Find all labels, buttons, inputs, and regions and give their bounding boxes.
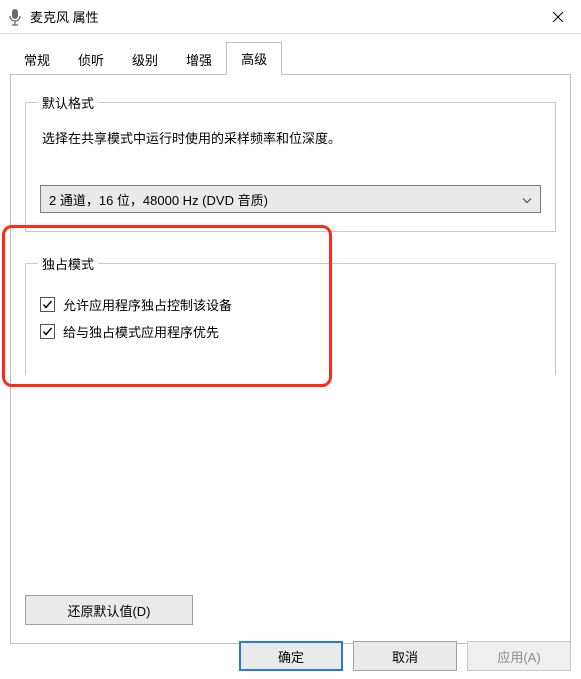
ok-button[interactable]: 确定 (239, 641, 343, 671)
dialog-footer: 确定 取消 应用(A) (239, 641, 571, 671)
restore-defaults-button[interactable]: 还原默认值(D) (25, 595, 193, 625)
legend-default-format: 默认格式 (38, 93, 98, 112)
checkbox-label-exclusive-priority: 给与独占模式应用程序优先 (63, 322, 219, 341)
checkmark-icon (42, 299, 53, 310)
sample-rate-select[interactable]: 2 通道，16 位，48000 Hz (DVD 音质) (40, 185, 541, 213)
sample-rate-select-wrap: 2 通道，16 位，48000 Hz (DVD 音质) (40, 185, 541, 213)
close-button[interactable] (535, 0, 581, 34)
tabs: 常规 侦听 级别 增强 高级 (10, 42, 571, 75)
tab-listen[interactable]: 侦听 (64, 44, 118, 75)
microphone-icon (8, 8, 22, 26)
sample-rate-value: 2 通道，16 位，48000 Hz (DVD 音质) (49, 190, 268, 209)
close-icon (552, 11, 564, 23)
checkbox-allow-exclusive[interactable]: 允许应用程序独占控制该设备 (40, 295, 541, 314)
window-title: 麦克风 属性 (30, 7, 99, 26)
checkbox-box-allow-exclusive (40, 297, 55, 312)
tab-content-advanced: 默认格式 选择在共享模式中运行时使用的采样频率和位深度。 2 通道，16 位，4… (10, 74, 571, 644)
default-format-desc: 选择在共享模式中运行时使用的采样频率和位深度。 (42, 128, 541, 147)
group-exclusive-mode: 独占模式 允许应用程序独占控制该设备 给与独占模式应用程序优先 (25, 254, 556, 375)
checkbox-label-allow-exclusive: 允许应用程序独占控制该设备 (63, 295, 232, 314)
tab-advanced[interactable]: 高级 (226, 42, 282, 75)
group-default-format: 默认格式 选择在共享模式中运行时使用的采样频率和位深度。 2 通道，16 位，4… (25, 93, 556, 232)
apply-button[interactable]: 应用(A) (467, 641, 571, 671)
checkmark-icon (42, 326, 53, 337)
tab-enhance[interactable]: 增强 (172, 44, 226, 75)
legend-exclusive-mode: 独占模式 (38, 254, 98, 273)
titlebar: 麦克风 属性 (0, 0, 581, 34)
restore-defaults-wrap: 还原默认值(D) (25, 595, 193, 625)
titlebar-left: 麦克风 属性 (8, 7, 99, 26)
cancel-button[interactable]: 取消 (353, 641, 457, 671)
dialog-body: 常规 侦听 级别 增强 高级 默认格式 选择在共享模式中运行时使用的采样频率和位… (0, 34, 581, 644)
checkbox-box-exclusive-priority (40, 324, 55, 339)
tab-levels[interactable]: 级别 (118, 44, 172, 75)
checkbox-exclusive-priority[interactable]: 给与独占模式应用程序优先 (40, 322, 541, 341)
tab-general[interactable]: 常规 (10, 44, 64, 75)
chevron-down-icon (522, 192, 532, 207)
